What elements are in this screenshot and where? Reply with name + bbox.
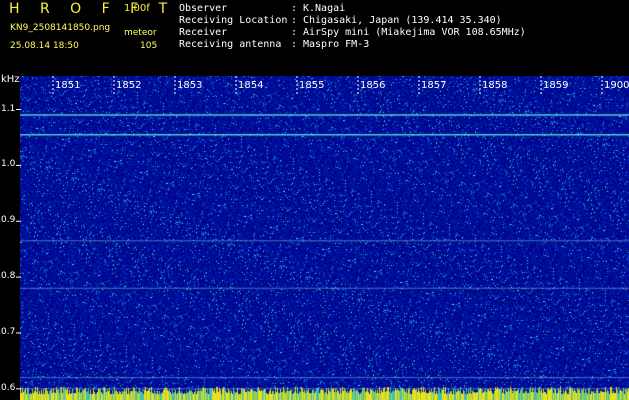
x-tick-label: 1858: [482, 80, 508, 91]
info-row-antenna: Receiving antenna : Maspro FM-3: [179, 39, 526, 51]
app-version: 1.00f: [124, 3, 150, 14]
y-tick-label: 1.0: [1, 159, 16, 170]
header-panel: H R O F F T 1.00f KN9_2508141850.png met…: [0, 0, 629, 74]
info-separator: :: [291, 3, 298, 14]
x-tick-label: 1854: [238, 80, 264, 91]
info-separator: :: [291, 15, 298, 26]
x-tick-label: 1852: [116, 80, 142, 91]
x-tick-label: 1851: [55, 80, 81, 91]
y-tick-label: 0.8: [1, 271, 16, 282]
x-tick-label: 1853: [177, 80, 203, 91]
info-row-location: Receiving Location : Chigasaki, Japan (1…: [179, 15, 526, 27]
y-tick-label: 1.1: [1, 103, 16, 114]
x-tick-label: 1856: [360, 80, 386, 91]
info-key: Receiving antenna: [179, 39, 282, 50]
info-key: Observer: [179, 3, 228, 14]
info-value: K.Nagai: [303, 3, 346, 14]
x-tick-label: 1857: [421, 80, 447, 91]
x-tick-label: 1855: [299, 80, 325, 91]
info-key: Receiving Location: [179, 15, 288, 26]
spectrogram-canvas: [20, 76, 629, 400]
info-key: Receiver: [179, 27, 228, 38]
x-tick-label: 1900: [604, 80, 629, 91]
info-value: Maspro FM-3: [303, 39, 370, 50]
y-tick-label: 0.7: [1, 326, 16, 337]
capture-mode: meteor: [124, 28, 157, 38]
file-name: KN9_2508141850.png: [10, 23, 111, 33]
x-tick-label: 1859: [543, 80, 569, 91]
y-axis-unit: kHz: [1, 74, 20, 85]
info-row-observer: Observer : K.Nagai: [179, 3, 526, 15]
detection-count: 105: [140, 41, 158, 51]
info-row-receiver: Receiver : AirSpy mini (Miakejima VOR 10…: [179, 27, 526, 39]
info-separator: :: [291, 27, 298, 38]
info-value: AirSpy mini (Miakejima VOR 108.65MHz): [303, 27, 526, 38]
app-brand: H R O F F T: [9, 1, 176, 17]
station-info: Observer : K.Nagai Receiving Location : …: [179, 3, 526, 51]
y-tick-label: 0.6: [1, 382, 16, 393]
y-tick-label: 0.9: [1, 215, 16, 226]
info-separator: :: [291, 39, 298, 50]
info-value: Chigasaki, Japan (139.414 35.340): [303, 15, 502, 26]
capture-datetime: 25.08.14 18:50: [10, 41, 79, 51]
